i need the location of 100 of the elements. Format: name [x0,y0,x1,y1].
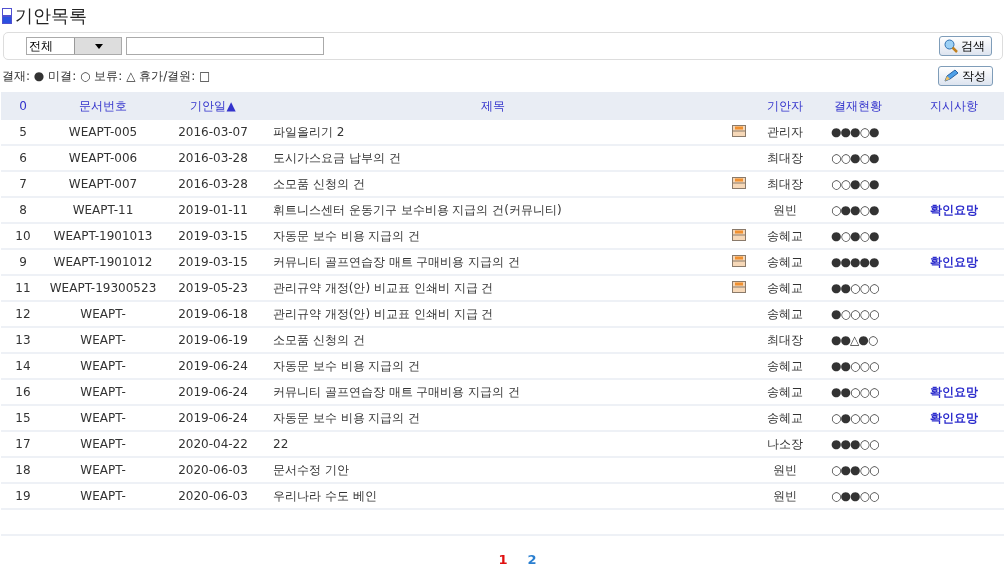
subject-link[interactable]: 자동문 보수 비용 지급의 건 [273,228,421,243]
table-cell: 2019-03-15 [178,229,248,243]
approval-status: ○○●○● [831,177,879,191]
table-cell: WEAPT-007 [68,177,138,191]
table-cell: WEAPT- [80,489,126,503]
approval-status: ●●●○● [831,125,879,139]
approval-status: ●○○○○ [831,307,879,321]
approval-status: ●○●○● [831,229,879,243]
note-link[interactable]: 확인요망 [929,254,978,269]
approval-status: ●●○○○ [831,281,879,295]
table-cell: 2019-03-15 [178,255,248,269]
table-cell: WEAPT-006 [68,151,138,165]
column-header[interactable]: 0 [19,99,27,113]
table-cell: WEAPT-1901012 [53,255,153,269]
table-cell: 송혜교 [767,254,803,269]
table-cell: 2020-06-03 [178,489,248,503]
approval-status: ○●●○○ [831,489,879,503]
table-cell: WEAPT- [80,359,126,373]
table-cell: 18 [15,463,31,477]
table-cell: 10 [15,229,31,243]
approval-status: ○●○○○ [831,411,879,425]
table-cell: WEAPT-1901013 [53,229,153,243]
subject-link[interactable]: 소모품 신청의 건 [273,176,365,191]
table-cell: 2020-06-03 [178,463,248,477]
subject-link[interactable]: 도시가스요금 납부의 건 [273,150,401,165]
table-cell: 2019-05-23 [178,281,248,295]
table-cell: 5 [19,125,27,139]
search-icon [944,39,958,53]
table-cell: 2019-06-24 [178,385,248,399]
subject-link[interactable]: 문서수정 기안 [273,462,349,477]
table-cell: 최대장 [767,332,803,347]
table-cell: 2019-06-24 [178,411,248,425]
table-cell: 원빈 [773,488,797,503]
table-cell: 2016-03-28 [178,151,248,165]
table-cell: 17 [15,437,31,451]
table-cell: 최대장 [767,176,803,191]
legend: 결재: ● 미결: ○ 보류: △ 휴가/결원: □ [2,67,211,85]
subject-link[interactable]: 22 [273,437,289,451]
table-cell: 송혜교 [767,410,803,425]
dropdown-arrow-icon[interactable] [94,43,103,49]
table-cell: WEAPT-19300523 [49,281,157,295]
note-link[interactable]: 확인요망 [929,410,978,425]
column-header[interactable]: 제목 [481,98,505,113]
subject-link[interactable]: 자동문 보수 비용 지급의 건 [273,358,421,373]
table-cell: WEAPT- [80,437,126,451]
table-cell: WEAPT- [80,411,126,425]
table-cell: 송혜교 [767,306,803,321]
note-link[interactable]: 확인요망 [929,202,978,217]
table-cell: 14 [15,359,31,373]
write-button[interactable]: 작성 [938,66,993,86]
approval-status: ○●●○● [831,203,879,217]
page-link[interactable]: 2 [527,552,537,567]
search-button[interactable]: 검색 [939,36,992,56]
table-cell: 원빈 [773,462,797,477]
subject-link[interactable]: 휘트니스센터 운동기구 보수비용 지급의 건(커뮤니티) [273,202,562,217]
table-cell: 송혜교 [767,384,803,399]
subject-link[interactable]: 관리규약 개정(안) 비교표 인쇄비 지급 건 [273,306,494,321]
table-cell: 2020-04-22 [178,437,248,451]
search-field[interactable] [126,37,324,55]
table-cell: 7 [19,177,27,191]
table-cell: WEAPT- [80,463,126,477]
table-cell: 원빈 [773,202,797,217]
table-cell: 송혜교 [767,228,803,243]
table-cell: 최대장 [767,150,803,165]
table-cell: 2019-06-18 [178,307,248,321]
subject-link[interactable]: 소모품 신청의 건 [273,332,365,347]
subject-link[interactable]: 커뮤니티 골프연습장 매트 구매비용 지급의 건 [273,254,521,269]
table-cell: WEAPT- [80,333,126,347]
table-cell: 11 [15,281,31,295]
approval-status: ●●○○○ [831,385,879,399]
pencil-icon [943,69,959,83]
table-cell: WEAPT- [80,385,126,399]
approval-status: ●●△●○ [831,333,878,347]
table-cell: 2019-06-19 [178,333,248,347]
approval-status: ●●●●● [831,255,879,269]
subject-link[interactable]: 커뮤니티 골프연습장 매트 구매비용 지급의 건 [273,384,521,399]
table-cell: 13 [15,333,31,347]
subject-link[interactable]: 파일올리기 2 [273,124,345,139]
table-cell: WEAPT-005 [68,125,138,139]
approval-status: ●●○○○ [831,359,879,373]
table-cell: 19 [15,489,31,503]
note-link[interactable]: 확인요망 [929,384,978,399]
table-cell: 나소장 [767,436,803,451]
table-cell: 9 [19,255,27,269]
page-link[interactable]: 1 [498,552,508,567]
table-cell: 송혜교 [767,280,803,295]
table-cell: 6 [19,151,27,165]
table-cell: 2016-03-28 [178,177,248,191]
table-cell: 12 [15,307,31,321]
table-cell: 2016-03-07 [178,125,248,139]
table-cell: 송혜교 [767,358,803,373]
table-cell: 15 [15,411,31,425]
subject-link[interactable]: 관리규약 개정(안) 비교표 인쇄비 지급 건 [273,280,494,295]
page-title: 기안목록 [15,4,87,28]
subject-link[interactable]: 자동문 보수 비용 지급의 건 [273,410,421,425]
table-cell: WEAPT-11 [72,203,134,217]
subject-link[interactable]: 우리나라 수도 베인 [273,488,377,503]
approval-status: ○○●○● [831,151,879,165]
table-cell: 2019-01-11 [178,203,248,217]
filter-dropdown[interactable]: 전체 [26,37,122,55]
